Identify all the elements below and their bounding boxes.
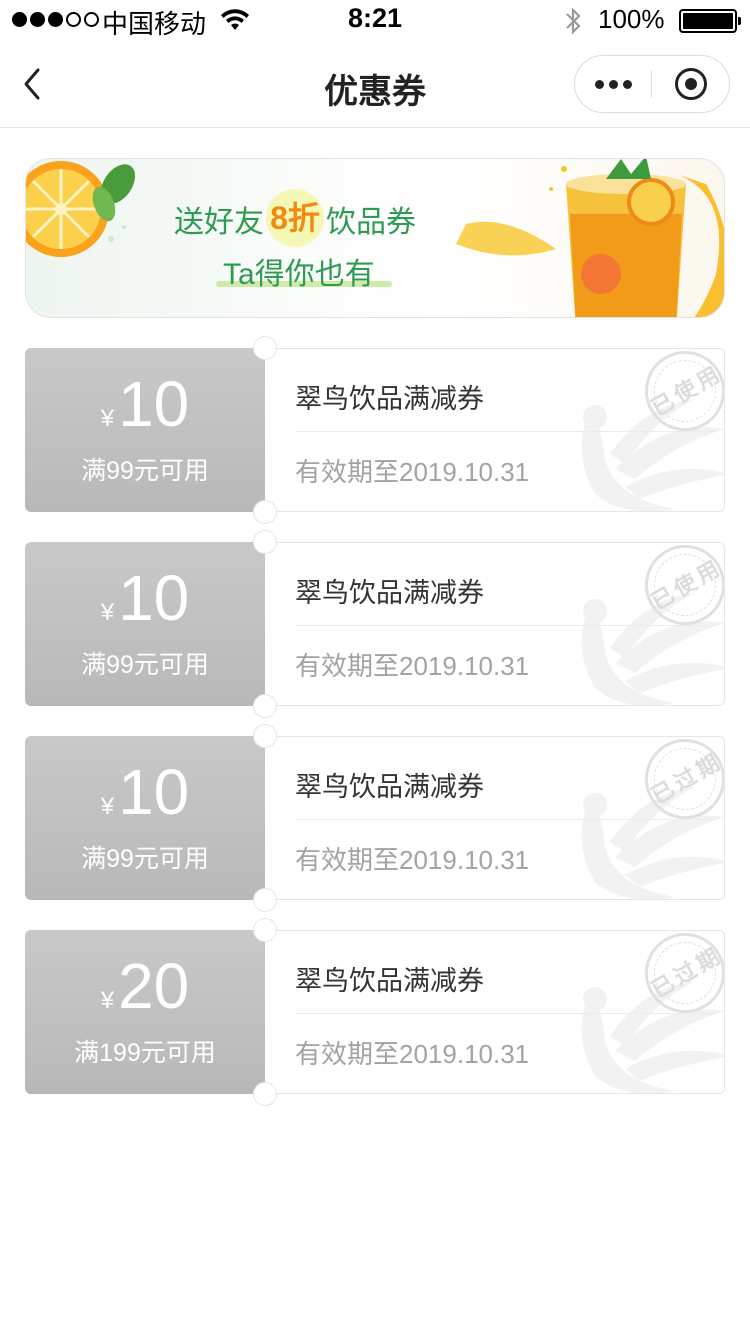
currency-symbol: ¥: [100, 405, 115, 432]
coupon-detail-panel: 已使用 翠鸟饮品满减券 有效期至2019.10.31: [265, 348, 725, 512]
coupon-divider: [295, 1013, 715, 1014]
close-target-icon[interactable]: [675, 68, 707, 100]
coupon-amount-row: ¥10: [25, 366, 265, 442]
currency-symbol: ¥: [100, 987, 115, 1014]
bluetooth-icon: [566, 7, 581, 35]
ticket-notch: [253, 500, 277, 524]
coupon-condition: 满99元可用: [81, 651, 209, 679]
coupon-validity: 有效期至2019.10.31: [295, 845, 530, 875]
coupon-divider: [295, 625, 715, 626]
ticket-notch: [253, 530, 277, 554]
ticket-notch: [253, 724, 277, 748]
ticket-notch: [253, 1082, 277, 1106]
coupon-validity: 有效期至2019.10.31: [295, 651, 530, 681]
orange-slice-icon: [26, 161, 136, 257]
coupon-amount: 10: [118, 756, 190, 828]
status-bar: 中国移动 8:21 100%: [0, 0, 750, 40]
coupon-card[interactable]: ¥10 满99元可用 已使用 翠鸟饮品满减券 有效期至2019.10.31: [25, 530, 725, 718]
coupon-amount: 20: [118, 950, 190, 1022]
coupon-condition: 满99元可用: [81, 845, 209, 873]
coupon-value-panel: ¥20 满199元可用: [25, 930, 265, 1094]
coupon-card[interactable]: ¥20 满199元可用 已过期 翠鸟饮品满减券 有效期至2019.10.31: [25, 918, 725, 1106]
banner-text-before: 送好友: [174, 206, 264, 239]
banner-text-after: 饮品券: [326, 206, 416, 239]
coupon-detail-panel: 已过期 翠鸟饮品满减券 有效期至2019.10.31: [265, 736, 725, 900]
coupon-amount: 10: [118, 368, 190, 440]
juice-drink-icon: [456, 159, 724, 317]
coupon-divider: [295, 431, 715, 432]
coupon-amount-row: ¥20: [25, 948, 265, 1024]
coupon-name: 翠鸟饮品满减券: [295, 772, 484, 802]
discount-badge: 8折: [266, 189, 324, 248]
coupon-name: 翠鸟饮品满减券: [295, 966, 484, 996]
ticket-notch: [253, 336, 277, 360]
coupon-amount: 10: [118, 562, 190, 634]
share-promo-banner[interactable]: 送好友 8折 饮品券 Ta得你也有: [25, 158, 725, 318]
coupon-card[interactable]: ¥10 满99元可用 已过期 翠鸟饮品满减券 有效期至2019.10.31: [25, 724, 725, 912]
coupon-amount-row: ¥10: [25, 560, 265, 636]
coupon-value-panel: ¥10 满99元可用: [25, 542, 265, 706]
currency-symbol: ¥: [100, 599, 115, 626]
banner-headline: 送好友 8折 饮品券: [174, 189, 416, 248]
coupon-detail-panel: 已使用 翠鸟饮品满减券 有效期至2019.10.31: [265, 542, 725, 706]
coupon-value-panel: ¥10 满99元可用: [25, 348, 265, 512]
ticket-notch: [253, 888, 277, 912]
ticket-notch: [253, 694, 277, 718]
coupon-amount-row: ¥10: [25, 754, 265, 830]
currency-symbol: ¥: [100, 793, 115, 820]
coupon-value-panel: ¥10 满99元可用: [25, 736, 265, 900]
coupon-name: 翠鸟饮品满减券: [295, 384, 484, 414]
coupon-detail-panel: 已过期 翠鸟饮品满减券 有效期至2019.10.31: [265, 930, 725, 1094]
coupon-divider: [295, 819, 715, 820]
coupon-condition: 满99元可用: [81, 457, 209, 485]
coupon-validity: 有效期至2019.10.31: [295, 457, 530, 487]
navigation-bar: 优惠券: [0, 40, 750, 128]
battery-icon: [679, 9, 741, 33]
mini-program-capsule: [574, 55, 730, 113]
coupon-validity: 有效期至2019.10.31: [295, 1039, 530, 1069]
coupon-name: 翠鸟饮品满减券: [295, 578, 484, 608]
coupon-condition: 满199元可用: [74, 1039, 216, 1067]
coupon-card[interactable]: ¥10 满99元可用 已使用 翠鸟饮品满减券 有效期至2019.10.31: [25, 336, 725, 524]
battery-percent: 100%: [598, 4, 665, 34]
capsule-divider: [651, 70, 652, 98]
ticket-notch: [253, 918, 277, 942]
banner-subline: Ta得你也有: [223, 258, 375, 291]
more-icon[interactable]: [575, 56, 651, 112]
